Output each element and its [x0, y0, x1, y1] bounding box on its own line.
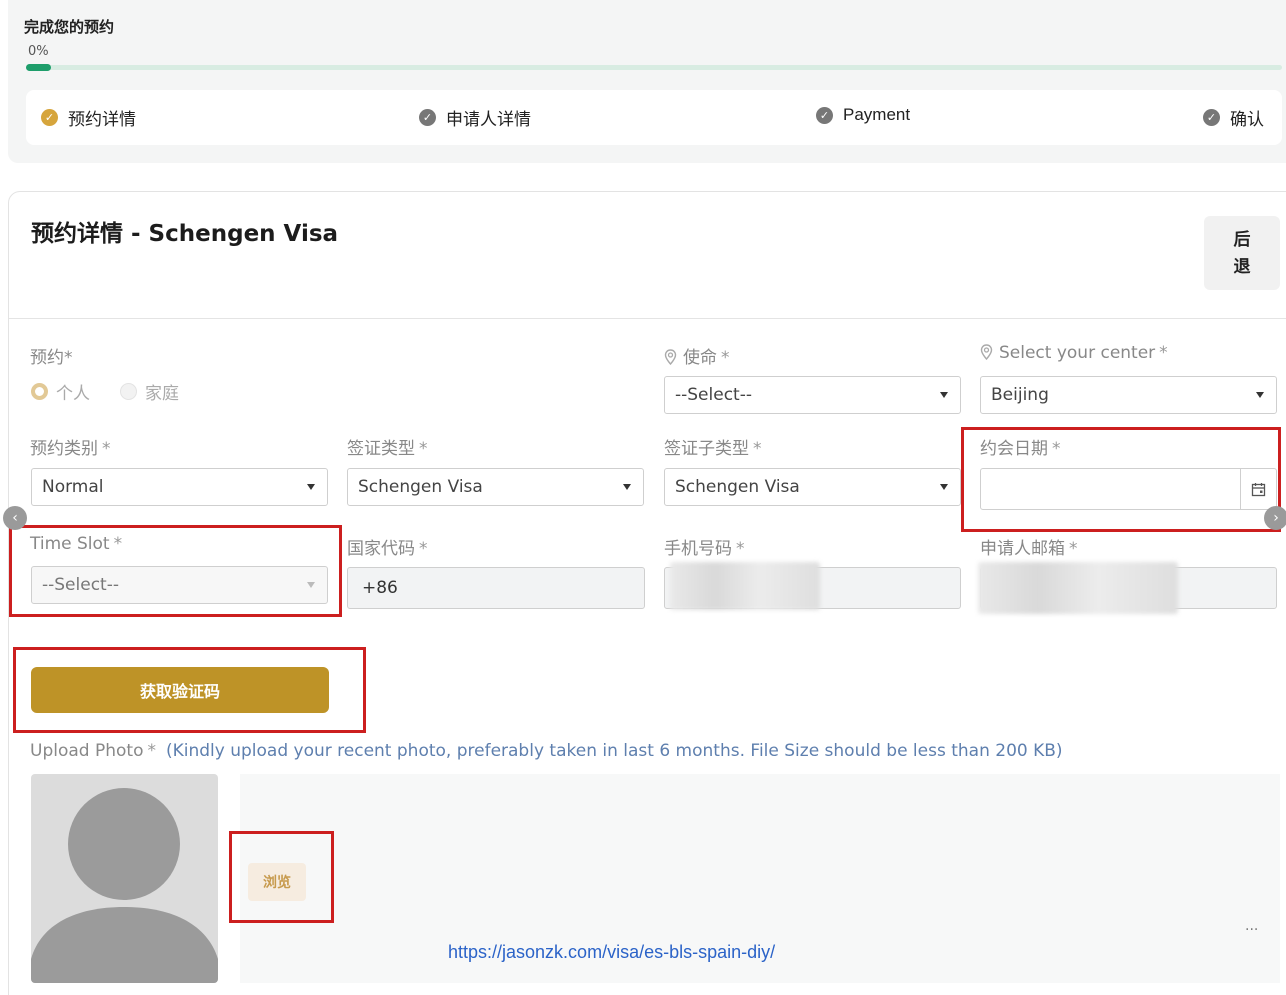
category-label-text: 预约类别 [30, 439, 98, 459]
visa-type-select[interactable]: Schengen Visa [347, 468, 644, 506]
visa-subtype-select-value: Schengen Visa [675, 477, 800, 497]
step-applicant-details[interactable]: ✓ 申请人详情 [419, 105, 531, 130]
mission-label-text: 使命 [683, 348, 717, 368]
step-label: 确认 [1230, 110, 1264, 130]
required-mark: * [1159, 343, 1168, 363]
required-mark: * [721, 348, 730, 368]
phone-label: 手机号码 * [664, 534, 745, 559]
location-pin-icon [664, 349, 677, 365]
required-mark: * [419, 539, 428, 559]
upload-photo-label: Upload Photo [30, 741, 144, 761]
back-label-2: 退 [1233, 257, 1251, 276]
caret-down-icon [307, 484, 315, 490]
radio-label: 家庭 [145, 384, 179, 404]
required-mark: * [1069, 539, 1078, 559]
center-label: Select your center * [980, 343, 1168, 363]
progress-bar-fill [26, 64, 52, 71]
visa-subtype-select[interactable]: Schengen Visa [664, 468, 961, 506]
visa-subtype-label: 签证子类型 * [664, 434, 762, 459]
check-circle-icon: ✓ [419, 109, 436, 126]
caret-down-icon [1256, 392, 1264, 398]
back-label-1: 后 [1233, 230, 1251, 249]
center-select[interactable]: Beijing [980, 376, 1277, 414]
page-title: 预约详情 - Schengen Visa [31, 221, 339, 247]
step-confirm[interactable]: ✓ 确认 [1203, 105, 1264, 130]
appointment-type-label: 预约* [30, 348, 73, 368]
mission-label: 使命 * [664, 343, 730, 368]
user-silhouette-icon [31, 788, 218, 983]
progress-title: 完成您的预约 [24, 18, 115, 36]
back-button[interactable]: 后退 [1204, 216, 1280, 290]
redacted-phone [670, 562, 820, 610]
upload-photo-row: Upload Photo * (Kindly upload your recent … [30, 741, 1063, 761]
visa-type-select-value: Schengen Visa [358, 477, 483, 497]
email-label-text: 申请人邮箱 [980, 539, 1065, 559]
watermark-url[interactable]: https://jasonzk.com/visa/es-bls-spain-di… [448, 942, 775, 963]
highlight-box-time-slot [9, 525, 342, 617]
radio-dot-icon [31, 383, 48, 400]
radio-label: 个人 [56, 384, 90, 404]
radio-dot-icon [120, 383, 137, 400]
category-label: 预约类别 * [30, 434, 111, 459]
radio-family[interactable]: 家庭 [120, 379, 179, 404]
step-label: 预约详情 [68, 110, 136, 130]
phone-label-text: 手机号码 [664, 539, 732, 559]
more-icon[interactable]: ... [1245, 918, 1258, 934]
country-code-value: +86 [362, 578, 398, 598]
caret-down-icon [940, 392, 948, 398]
progress-bar [26, 64, 1282, 71]
country-code-label-text: 国家代码 [347, 539, 415, 559]
steps-bar: ✓ 预约详情 ✓ 申请人详情 ✓ Payment ✓ 确认 [26, 90, 1282, 145]
email-label: 申请人邮箱 * [980, 534, 1078, 559]
required-mark: * [419, 439, 428, 459]
highlight-box-date [961, 427, 1281, 532]
progress-percent: 0% [28, 44, 49, 59]
radio-individual[interactable]: 个人 [31, 379, 90, 404]
country-code-input[interactable]: +86 [347, 567, 645, 609]
check-circle-icon: ✓ [41, 109, 58, 126]
step-label: 申请人详情 [446, 110, 531, 130]
chevron-left-icon[interactable]: ‹ [3, 506, 27, 530]
highlight-box-otp [13, 647, 366, 733]
visa-type-label-text: 签证类型 [347, 439, 415, 459]
required-mark: * [736, 539, 745, 559]
caret-down-icon [623, 484, 631, 490]
required-mark: * [102, 439, 111, 459]
step-label: Payment [843, 105, 911, 124]
caret-down-icon [940, 484, 948, 490]
center-label-text: Select your center [999, 343, 1156, 363]
visa-subtype-label-text: 签证子类型 [664, 439, 749, 459]
center-select-value: Beijing [991, 385, 1049, 405]
check-circle-icon: ✓ [816, 106, 833, 124]
required-mark: * [753, 439, 762, 459]
check-circle-icon: ✓ [1203, 109, 1220, 126]
redacted-email [978, 562, 1178, 614]
divider [9, 318, 1286, 319]
location-pin-icon [980, 344, 993, 360]
required-mark: * [147, 741, 156, 761]
avatar-placeholder [31, 774, 218, 983]
chevron-right-icon[interactable]: › [1264, 506, 1286, 530]
step-payment[interactable]: ✓ Payment [816, 105, 910, 125]
category-select[interactable]: Normal [31, 468, 328, 506]
visa-type-label: 签证类型 * [347, 434, 428, 459]
highlight-box-browse [229, 831, 334, 923]
country-code-label: 国家代码 * [347, 534, 428, 559]
category-select-value: Normal [42, 477, 104, 497]
mission-select[interactable]: --Select-- [664, 376, 961, 414]
upload-photo-hint: (Kindly upload your recent photo, prefer… [165, 741, 1063, 761]
step-appointment-details[interactable]: ✓ 预约详情 [41, 105, 136, 130]
mission-select-value: --Select-- [675, 385, 752, 405]
